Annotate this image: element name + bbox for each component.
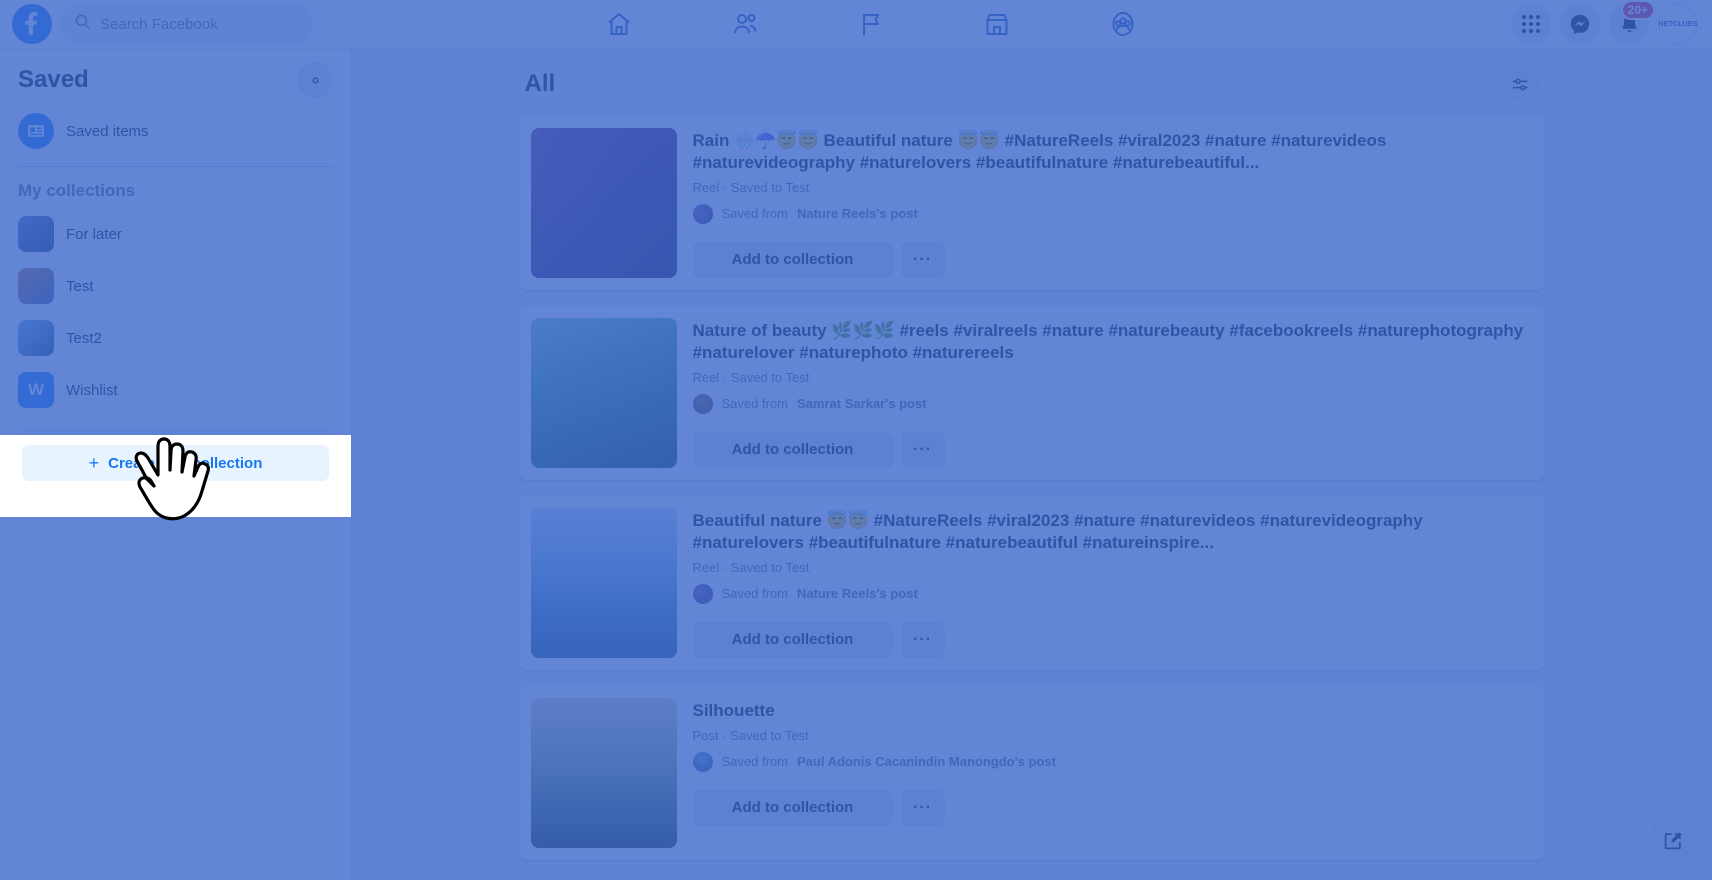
- grid-menu-icon[interactable]: [1511, 4, 1551, 44]
- saved-item-card[interactable]: Beautiful nature 😇😇 #NatureReels #viral2…: [518, 496, 1545, 670]
- add-to-collection-button[interactable]: Add to collection: [692, 241, 893, 278]
- collection-label: Wishlist: [66, 381, 118, 399]
- saved-item-title[interactable]: Silhouette: [693, 700, 1533, 722]
- source-name[interactable]: Samrat Sarkar's post: [797, 396, 927, 411]
- saved-item-meta: Post · Saved to Test: [692, 727, 809, 743]
- saved-item-source: Saved from Paul Adonis Cacanindin Manong…: [692, 751, 1533, 772]
- collection-thumbnail: [18, 216, 54, 252]
- collection-label: Test: [66, 277, 94, 295]
- saved-item-meta: Reel · Saved to Test: [692, 179, 810, 195]
- saved-item-title[interactable]: Nature of beauty 🌿🌿🌿 #reels #viralreels …: [693, 320, 1533, 364]
- saved-item-meta: Reel · Saved to Test: [692, 369, 810, 385]
- pointing-hand-cursor: [112, 432, 222, 542]
- gear-icon[interactable]: [297, 62, 333, 98]
- sidebar-item-collection[interactable]: Test: [8, 261, 343, 311]
- saved-item-actions: Add to collection ···: [692, 621, 1533, 658]
- source-avatar: [692, 203, 713, 224]
- saved-item-card[interactable]: Nature of beauty 🌿🌿🌿 #reels #viralreels …: [518, 306, 1545, 480]
- saved-main-content: All Rain 🌧️☂️😇😇 Beautiful nature 😇😇 #Nat…: [351, 48, 1712, 880]
- more-options-button[interactable]: ···: [900, 431, 945, 468]
- saved-item-source: Saved from Nature Reels's post: [692, 203, 1533, 224]
- account-avatar[interactable]: NETCLUES: [1658, 4, 1698, 44]
- sidebar-item-collection[interactable]: W Wishlist: [8, 365, 343, 415]
- source-name[interactable]: Paul Adonis Cacanindin Manongdo's post: [797, 754, 1056, 769]
- sidebar-divider: [18, 166, 333, 167]
- add-to-collection-button[interactable]: Add to collection: [692, 621, 893, 658]
- source-avatar: [692, 583, 713, 604]
- notifications-bell-icon[interactable]: 20+: [1609, 0, 1655, 44]
- saved-item-source: Saved from Nature Reels's post: [692, 583, 1533, 604]
- collection-thumbnail: [18, 268, 54, 304]
- source-name[interactable]: Nature Reels's post: [797, 586, 918, 601]
- more-options-button[interactable]: ···: [900, 621, 945, 658]
- add-to-collection-button[interactable]: Add to collection: [692, 789, 893, 826]
- account-avatar-label: NETCLUES: [1658, 20, 1698, 28]
- source-avatar: [692, 751, 713, 772]
- search-icon: [74, 13, 91, 35]
- saved-item-actions: Add to collection ···: [692, 431, 1533, 468]
- collection-thumbnail: [18, 320, 54, 356]
- collection-initial: W: [27, 380, 45, 399]
- nav-home-icon[interactable]: [591, 1, 647, 47]
- page-title: Saved: [18, 66, 89, 93]
- more-options-button[interactable]: ···: [900, 789, 945, 826]
- top-navigation-bar: Search Facebook 20+ NETCLUES: [0, 0, 1712, 48]
- messenger-icon[interactable]: [1560, 4, 1600, 44]
- saved-from-prefix: Saved from: [721, 206, 788, 221]
- saved-items-icon: [18, 113, 54, 149]
- more-options-button[interactable]: ···: [900, 241, 945, 278]
- saved-item-card[interactable]: Rain 🌧️☂️😇😇 Beautiful nature 😇😇 #NatureR…: [518, 116, 1545, 290]
- sidebar-item-saved-items[interactable]: Saved items: [8, 106, 343, 156]
- collection-label: For later: [66, 225, 122, 243]
- saved-item-thumbnail[interactable]: [530, 508, 677, 658]
- nav-pages-flag-icon[interactable]: [843, 1, 899, 47]
- saved-item-source: Saved from Samrat Sarkar's post: [692, 393, 1533, 414]
- saved-item-actions: Add to collection ···: [692, 241, 1533, 278]
- my-collections-heading: My collections: [18, 181, 136, 200]
- topbar-left-group: Search Facebook: [0, 4, 360, 44]
- filter-sliders-icon[interactable]: [1502, 66, 1539, 102]
- topbar-right-group: 20+ NETCLUES: [1382, 0, 1712, 44]
- saved-item-title[interactable]: Beautiful nature 😇😇 #NatureReels #viral2…: [693, 510, 1533, 554]
- collection-label: Test2: [66, 329, 102, 347]
- compose-edit-icon[interactable]: [1648, 816, 1698, 866]
- saved-item-thumbnail[interactable]: [530, 698, 677, 848]
- topbar-nav-group: [360, 1, 1382, 47]
- saved-item-actions: Add to collection ···: [692, 789, 1533, 826]
- add-to-collection-button[interactable]: Add to collection: [692, 431, 893, 468]
- saved-from-prefix: Saved from: [721, 396, 788, 411]
- sidebar-item-collection[interactable]: For later: [8, 209, 343, 259]
- notifications-badge: 20+: [1620, 0, 1655, 20]
- sidebar-header: Saved: [0, 48, 351, 104]
- collection-thumbnail: W: [18, 372, 54, 408]
- search-input[interactable]: Search Facebook: [60, 4, 314, 44]
- source-name[interactable]: Nature Reels's post: [797, 206, 918, 221]
- saved-item-thumbnail[interactable]: [530, 128, 677, 278]
- saved-item-thumbnail[interactable]: [530, 318, 677, 468]
- saved-from-prefix: Saved from: [721, 754, 788, 770]
- saved-item-title[interactable]: Rain 🌧️☂️😇😇 Beautiful nature 😇😇 #NatureR…: [693, 130, 1533, 174]
- search-placeholder: Search Facebook: [100, 15, 218, 33]
- saved-item-meta: Reel · Saved to Test: [692, 559, 810, 575]
- saved-from-prefix: Saved from: [721, 586, 788, 601]
- plus-icon: +: [88, 453, 100, 473]
- source-avatar: [692, 393, 713, 414]
- nav-friends-icon[interactable]: [717, 1, 773, 47]
- sidebar-item-collection[interactable]: Test2: [8, 313, 343, 363]
- saved-item-card[interactable]: Silhouette Post · Saved to Test Saved fr…: [518, 686, 1545, 860]
- facebook-logo-icon[interactable]: [12, 4, 52, 44]
- nav-marketplace-icon[interactable]: [969, 1, 1025, 47]
- main-title: All: [524, 70, 556, 97]
- nav-groups-icon[interactable]: [1095, 1, 1151, 47]
- sidebar-item-label: Saved items: [66, 122, 149, 140]
- main-header: All: [519, 66, 1545, 116]
